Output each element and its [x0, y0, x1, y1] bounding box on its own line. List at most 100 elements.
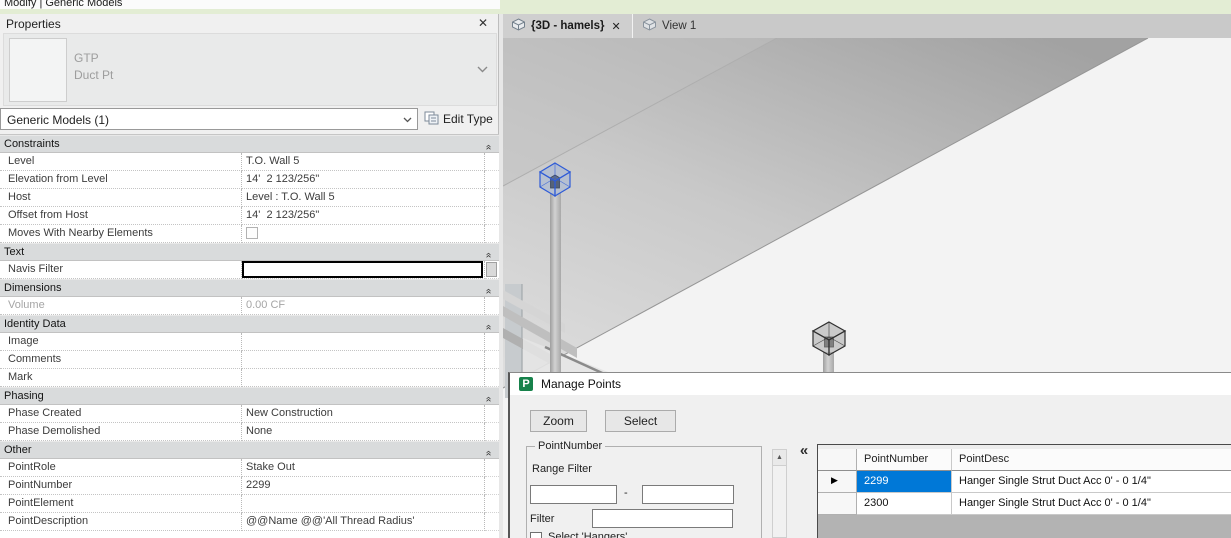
- collapse-chevron-icon[interactable]: «: [794, 442, 814, 462]
- property-row: Offset from Host 14' 2 123/256": [0, 207, 499, 225]
- filter-input[interactable]: [592, 509, 733, 528]
- tab-3d-hamels[interactable]: {3D - hamels} ✕: [503, 14, 633, 38]
- select-button[interactable]: Select: [605, 410, 676, 432]
- property-value[interactable]: [242, 351, 485, 369]
- property-label: Navis Filter: [0, 261, 242, 279]
- property-row: Comments: [0, 351, 499, 369]
- property-row: Volume 0.00 CF: [0, 297, 499, 315]
- property-value[interactable]: @@Name @@'All Thread Radius': [242, 513, 485, 531]
- edit-type-icon: [424, 111, 439, 128]
- property-value[interactable]: T.O. Wall 5: [242, 153, 485, 171]
- property-row: PointRole Stake Out: [0, 459, 499, 477]
- property-value[interactable]: [242, 261, 485, 279]
- manage-points-app-icon: P: [519, 377, 533, 391]
- select-checkbox[interactable]: [530, 532, 542, 538]
- collapse-section-icon[interactable]: »: [483, 446, 495, 456]
- points-table: PointNumber PointDesc ▶ 2299 Hanger Single S…: [818, 449, 1231, 515]
- tab-label: {3D - hamels}: [531, 20, 605, 32]
- property-value[interactable]: 14' 2 123/256": [242, 171, 485, 189]
- property-label: Mark: [0, 369, 242, 387]
- property-row: PointDescription @@Name @@'All Thread Rad…: [0, 513, 499, 531]
- property-value[interactable]: Stake Out: [242, 459, 485, 477]
- property-value[interactable]: 0.00 CF: [242, 297, 485, 315]
- property-value[interactable]: 2299: [242, 477, 485, 495]
- property-row: Phase Demolished None: [0, 423, 499, 441]
- table-row[interactable]: 2300 Hanger Single Strut Duct Acc 0' - 0 …: [818, 493, 1231, 515]
- property-section-header[interactable]: Constraints »: [0, 135, 499, 153]
- property-value[interactable]: [242, 333, 485, 351]
- property-value[interactable]: None: [242, 423, 485, 441]
- property-section-header[interactable]: Identity Data »: [0, 315, 499, 333]
- collapse-section-icon[interactable]: »: [483, 320, 495, 330]
- property-value[interactable]: New Construction: [242, 405, 485, 423]
- type-family-name: GTP: [74, 51, 99, 65]
- property-section-header[interactable]: Text »: [0, 243, 499, 261]
- section-label: Constraints: [4, 138, 60, 150]
- property-value[interactable]: [242, 495, 485, 513]
- pointdesc-cell[interactable]: Hanger Single Strut Duct Acc 0' - 0 1/4": [952, 471, 1231, 493]
- filter-combobox[interactable]: Generic Models (1): [0, 108, 418, 130]
- property-row: Elevation from Level 14' 2 123/256": [0, 171, 499, 189]
- range-from-input[interactable]: [530, 485, 617, 504]
- property-row: Moves With Nearby Elements: [0, 225, 499, 243]
- property-section-header[interactable]: Phasing »: [0, 387, 499, 405]
- filter-panel-scrollbar[interactable]: ▲: [772, 449, 787, 538]
- zoom-button[interactable]: Zoom: [530, 410, 587, 432]
- property-checkbox[interactable]: [246, 227, 258, 239]
- revit-window: Modify | Generic Models Properties ✕ GTP…: [0, 0, 1231, 538]
- column-header-pointnumber[interactable]: PointNumber: [857, 449, 952, 471]
- tab-label: View 1: [662, 20, 697, 32]
- dialog-title-bar[interactable]: P Manage Points: [510, 373, 1231, 395]
- property-value[interactable]: [242, 225, 485, 243]
- property-section-header[interactable]: Dimensions »: [0, 279, 499, 297]
- ribbon-context-label: Modify | Generic Models: [4, 0, 123, 9]
- manage-points-dialog: P Manage Points Zoom Select PointNumber …: [508, 372, 1231, 538]
- chevron-down-icon[interactable]: [402, 114, 413, 128]
- range-filter-label: Range Filter: [532, 463, 592, 475]
- pointnumber-cell[interactable]: 2300: [857, 493, 952, 515]
- properties-title: Properties: [6, 17, 61, 31]
- row-selector-cell[interactable]: [818, 493, 857, 515]
- column-header-pointdesc[interactable]: PointDesc: [952, 449, 1231, 471]
- range-separator: -: [624, 487, 628, 499]
- property-label: Host: [0, 189, 242, 207]
- property-value[interactable]: 14' 2 123/256": [242, 207, 485, 225]
- property-label: PointRole: [0, 459, 242, 477]
- property-row: Navis Filter: [0, 261, 499, 279]
- property-value[interactable]: [242, 369, 485, 387]
- property-value[interactable]: Level : T.O. Wall 5: [242, 189, 485, 207]
- property-row-tail: [485, 477, 499, 495]
- navis-filter-input[interactable]: [242, 261, 483, 278]
- property-label: Phase Demolished: [0, 423, 242, 441]
- range-to-input[interactable]: [642, 485, 734, 504]
- tab-view-1[interactable]: View 1: [634, 14, 729, 38]
- row-selector-cell[interactable]: ▶: [818, 471, 857, 493]
- type-selector[interactable]: GTP Duct Pt: [3, 33, 497, 106]
- type-preview-image: [9, 38, 67, 102]
- close-icon[interactable]: ✕: [476, 16, 490, 30]
- row-selector-header[interactable]: [818, 449, 857, 471]
- collapse-section-icon[interactable]: »: [483, 284, 495, 294]
- property-row-tail: [485, 351, 499, 369]
- chevron-down-icon[interactable]: [477, 64, 488, 76]
- scroll-up-icon[interactable]: ▲: [773, 450, 786, 466]
- collapse-section-icon[interactable]: »: [483, 392, 495, 402]
- property-browse-button[interactable]: [486, 262, 497, 277]
- pointnumber-cell[interactable]: 2299: [857, 471, 952, 493]
- section-label: Phasing: [4, 390, 44, 402]
- property-section-header[interactable]: Other »: [0, 441, 499, 459]
- table-row[interactable]: ▶ 2299 Hanger Single Strut Duct Acc 0' - 0…: [818, 471, 1231, 493]
- property-row-tail: [485, 207, 499, 225]
- edit-type-label: Edit Type: [443, 112, 493, 126]
- collapse-section-icon[interactable]: »: [483, 140, 495, 150]
- close-icon[interactable]: ✕: [612, 20, 621, 33]
- property-row-tail: [485, 495, 499, 513]
- edit-type-button[interactable]: Edit Type: [424, 108, 497, 130]
- pointdesc-cell[interactable]: Hanger Single Strut Duct Acc 0' - 0 1/4": [952, 493, 1231, 515]
- property-row-tail: [485, 225, 499, 243]
- property-label: Level: [0, 153, 242, 171]
- property-row-tail: [485, 513, 499, 531]
- ribbon-context-tab[interactable]: Modify | Generic Models: [0, 0, 500, 9]
- point-cube[interactable]: [811, 321, 847, 357]
- collapse-section-icon[interactable]: »: [483, 248, 495, 258]
